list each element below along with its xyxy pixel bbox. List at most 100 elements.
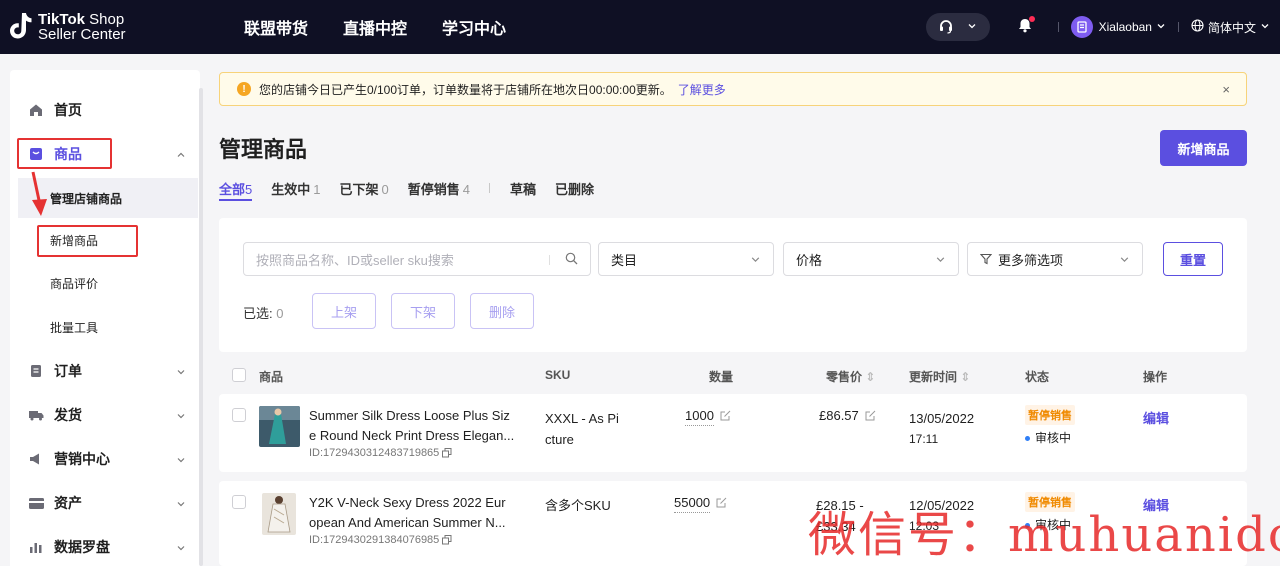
tab-suspended[interactable]: 暂停销售 4 bbox=[408, 179, 470, 201]
product-id: ID:1729430291384076985 bbox=[309, 534, 452, 546]
tab-label: 已删除 bbox=[555, 182, 595, 197]
edit-icon[interactable] bbox=[720, 409, 731, 424]
sort-icon: ⇕ bbox=[865, 370, 876, 384]
language-label: 简体中文 bbox=[1207, 20, 1256, 35]
row-checkbox[interactable] bbox=[232, 408, 246, 422]
edit-icon[interactable] bbox=[865, 409, 876, 424]
truck-icon bbox=[28, 409, 44, 421]
product-thumbnail[interactable] bbox=[262, 493, 296, 535]
copy-icon[interactable] bbox=[442, 534, 452, 546]
chevron-down-icon bbox=[176, 496, 186, 512]
sidebar-item-shipping[interactable]: 发货 bbox=[10, 395, 200, 435]
header-product: 商品 bbox=[259, 370, 284, 384]
select-label: 价格 bbox=[796, 252, 823, 268]
reset-button[interactable]: 重置 bbox=[1163, 242, 1223, 276]
price-select[interactable]: 价格 bbox=[783, 242, 959, 276]
delete-button[interactable]: 删除 bbox=[470, 293, 534, 329]
sidebar-item-label: 订单 bbox=[54, 363, 82, 379]
more-filters-select[interactable]: 更多筛选项 bbox=[967, 242, 1143, 276]
sidebar-item-label: 管理店铺商品 bbox=[50, 191, 123, 206]
product-name[interactable]: Summer Silk Dress Loose Plus Siz e Round… bbox=[309, 406, 525, 446]
category-select[interactable]: 类目 bbox=[598, 242, 774, 276]
row-checkbox[interactable] bbox=[232, 495, 246, 509]
search-placeholder: 按照商品名称、ID或seller sku搜索 bbox=[256, 252, 454, 268]
topnav-learning-center[interactable]: 学习中心 bbox=[442, 15, 506, 39]
tab-delisted[interactable]: 已下架 0 bbox=[340, 179, 389, 201]
banner-text: 您的店铺今日已产生0/100订单，订单数量将于店铺所在地次日00:00:00更新… bbox=[259, 82, 672, 97]
sidebar-item-marketing[interactable]: 营销中心 bbox=[10, 439, 200, 479]
language-dropdown[interactable]: 简体中文 bbox=[1191, 19, 1270, 36]
sidebar-item-bulk-tools[interactable]: 批量工具 bbox=[18, 307, 198, 347]
close-icon[interactable]: × bbox=[1222, 82, 1230, 97]
divider bbox=[1177, 22, 1179, 32]
sku-cell: XXXL - As Pi cture bbox=[545, 408, 619, 450]
header-updated[interactable]: 更新时间 ⇕ bbox=[909, 368, 970, 385]
learn-more-link[interactable]: 了解更多 bbox=[678, 81, 726, 98]
chevron-down-icon bbox=[1156, 20, 1166, 34]
tab-deleted[interactable]: 已删除 bbox=[555, 179, 594, 201]
tab-all[interactable]: 全部5 bbox=[219, 179, 253, 201]
topnav-affiliate[interactable]: 联盟带货 bbox=[244, 15, 308, 39]
chevron-down-icon bbox=[176, 452, 186, 468]
delist-button[interactable]: 下架 bbox=[391, 293, 455, 329]
select-label: 类目 bbox=[611, 252, 638, 268]
sidebar-item-home[interactable]: 首页 bbox=[10, 90, 200, 130]
header-price[interactable]: 零售价 ⇕ bbox=[826, 368, 875, 385]
copy-icon[interactable] bbox=[442, 447, 452, 459]
add-product-button[interactable]: 新增商品 bbox=[1160, 130, 1247, 166]
highlight-box bbox=[17, 138, 112, 169]
support-dropdown[interactable] bbox=[925, 13, 990, 41]
product-id: ID:1729430312483719865 bbox=[309, 447, 452, 459]
account-dropdown[interactable]: Xialaoban bbox=[1070, 16, 1166, 38]
tab-count: 5 bbox=[245, 182, 253, 197]
selected-label: 已选: bbox=[243, 306, 273, 321]
search-icon[interactable] bbox=[565, 252, 578, 268]
updated-time: 17:11 bbox=[909, 432, 939, 446]
list-button[interactable]: 上架 bbox=[312, 293, 376, 329]
review-status: 审核中 bbox=[1025, 429, 1071, 446]
search-input[interactable]: 按照商品名称、ID或seller sku搜索 bbox=[243, 242, 591, 276]
header-label: 更新时间 bbox=[909, 370, 958, 384]
tab-label: 暂停销售 bbox=[407, 182, 460, 197]
chevron-up-icon bbox=[176, 147, 186, 163]
sidebar-scrollbar[interactable] bbox=[199, 88, 203, 566]
tab-active[interactable]: 生效中 1 bbox=[271, 179, 320, 201]
tab-count: 1 bbox=[313, 182, 321, 197]
sidebar-item-assets[interactable]: 资产 bbox=[10, 483, 200, 523]
card-icon bbox=[28, 497, 44, 509]
quantity-cell[interactable]: 55000 bbox=[674, 495, 727, 513]
sidebar-item-orders[interactable]: 订单 bbox=[10, 351, 200, 391]
sidebar-item-data-compass[interactable]: 数据罗盘 bbox=[10, 527, 200, 566]
bell-icon bbox=[1018, 19, 1032, 36]
edit-button[interactable]: 编辑 bbox=[1143, 408, 1169, 427]
chevron-down-icon bbox=[1260, 20, 1270, 34]
logo[interactable]: TikTok Shop Seller Center bbox=[10, 12, 210, 42]
chevron-down-icon bbox=[935, 253, 946, 268]
tab-drafts[interactable]: 草稿 bbox=[510, 179, 536, 201]
chevron-down-icon bbox=[176, 408, 186, 424]
megaphone-icon bbox=[28, 453, 44, 465]
sidebar-item-label: 发货 bbox=[54, 407, 82, 423]
edit-icon[interactable] bbox=[716, 496, 727, 511]
header-sku: SKU bbox=[545, 368, 571, 382]
product-name[interactable]: Y2K V-Neck Sexy Dress 2022 Eur opean And… bbox=[309, 493, 525, 533]
sidebar-item-label: 数据罗盘 bbox=[54, 539, 110, 555]
product-name-line: Summer Silk Dress Loose Plus Siz bbox=[309, 408, 510, 423]
product-name-line: e Round Neck Print Dress Elegan... bbox=[309, 428, 515, 443]
product-id-text: ID:1729430312483719865 bbox=[309, 447, 440, 459]
selected-number: 0 bbox=[276, 306, 284, 321]
sidebar-item-label: 首页 bbox=[54, 102, 82, 118]
red-arrow-icon bbox=[31, 171, 47, 216]
tab-label: 全部 bbox=[219, 182, 246, 197]
tiktok-logo-icon bbox=[10, 12, 32, 42]
price-cell[interactable]: £86.57 bbox=[819, 408, 876, 424]
notice-banner: ! 您的店铺今日已产生0/100订单，订单数量将于店铺所在地次日00:00:00… bbox=[219, 72, 1247, 106]
product-thumbnail[interactable] bbox=[259, 406, 300, 447]
table-header: 商品 SKU 数量 零售价 ⇕ 更新时间 ⇕ 状态 操作 bbox=[219, 358, 1247, 392]
topnav-live-control[interactable]: 直播中控 bbox=[343, 15, 407, 39]
sidebar-item-product-reviews[interactable]: 商品评价 bbox=[18, 263, 198, 303]
select-all-checkbox[interactable] bbox=[232, 368, 246, 382]
quantity-cell[interactable]: 1000 bbox=[685, 408, 731, 426]
notification-button[interactable] bbox=[1018, 16, 1035, 36]
chevron-down-icon bbox=[967, 20, 977, 34]
